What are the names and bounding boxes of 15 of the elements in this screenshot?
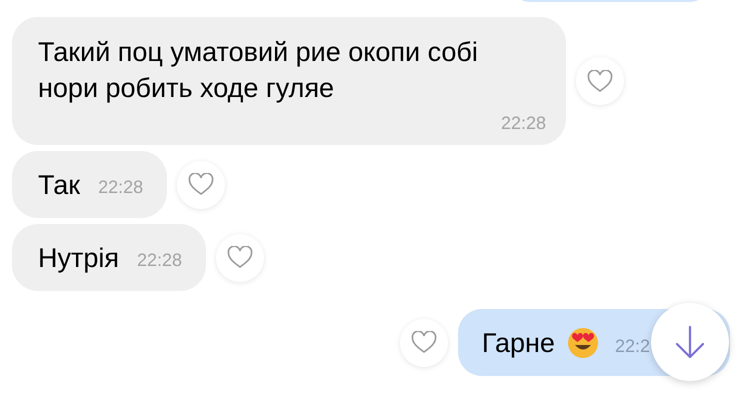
- scroll-down-button[interactable]: [651, 303, 729, 381]
- message-time: 22:28: [500, 112, 546, 135]
- message-text: Так: [38, 168, 80, 202]
- heart-icon: [587, 70, 613, 92]
- arrow-down-icon: [673, 325, 707, 359]
- like-button[interactable]: [576, 57, 624, 105]
- message-text: Нутрія: [38, 242, 119, 275]
- heart-icon: [410, 331, 437, 354]
- heart-icon: [188, 173, 214, 196]
- heart-icon: [227, 246, 254, 269]
- message-time: 22:28: [137, 249, 182, 272]
- message-time: 22:28: [98, 176, 144, 199]
- message-text: Гарне: [482, 326, 555, 360]
- message-time: 22:2: [614, 335, 650, 358]
- message-text: Такий поц уматовий рие окопи собі нори робить ходе гуляе: [38, 36, 479, 105]
